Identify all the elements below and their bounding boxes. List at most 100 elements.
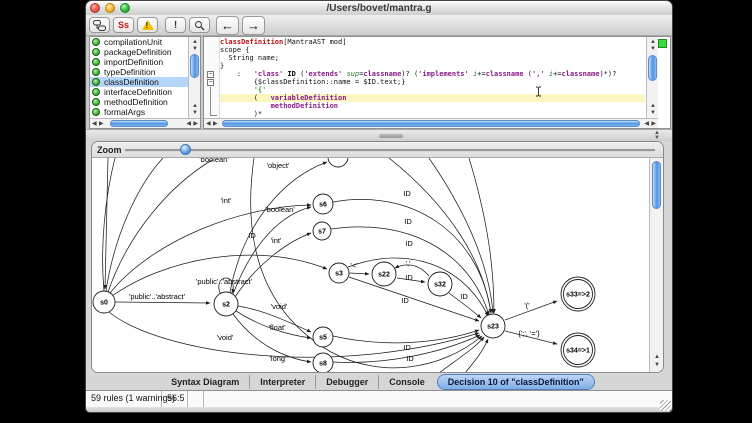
status-cursor-position: 56:5 (162, 391, 188, 407)
scroll-up-icon[interactable]: ▲ (654, 354, 660, 360)
rules-list-item[interactable]: methodDefinition (90, 97, 188, 107)
graph-edge (109, 312, 479, 357)
tab-debugger[interactable]: Debugger (315, 375, 378, 389)
scroll-down-icon[interactable]: ▼ (654, 362, 660, 368)
scroll-thumb[interactable] (190, 54, 199, 78)
splitter-collapse-icons[interactable]: ▲▼ (654, 131, 660, 141)
scroll-left-icon[interactable]: ◀ (206, 121, 211, 127)
scroll-thumb[interactable] (110, 120, 168, 127)
graph-edge-label: '<' (350, 261, 358, 270)
rules-list-item[interactable]: interfaceDefinition (90, 87, 188, 97)
graph-edge-label: ID (401, 296, 409, 305)
tab-syntax-diagram[interactable]: Syntax Diagram (161, 375, 249, 389)
rule-label: interfaceDefinition (104, 87, 172, 97)
warnings-button[interactable]: ! (137, 17, 158, 33)
fold-minus-icon[interactable]: − (207, 79, 214, 86)
scroll-right-icon[interactable]: ▶ (213, 121, 218, 127)
editor-pane[interactable]: − − classDefinition[MantraAST mod]scope … (203, 36, 671, 129)
scroll-thumb[interactable] (652, 161, 661, 209)
rules-list-item[interactable]: formalArgs (90, 107, 188, 117)
rules-vertical-scrollbar[interactable]: ▲ ▼ ▲ ▼ (188, 37, 200, 118)
rules-list-item[interactable]: importDefinition (90, 57, 188, 67)
zoom-slider[interactable] (125, 149, 655, 152)
title-bar[interactable]: /Users/bovet/mantra.g (86, 1, 672, 15)
rules-horizontal-scrollbar[interactable]: ◀ ▶ ◀ ▶ (90, 118, 200, 128)
tab-decision-10-of-classdefinition-[interactable]: Decision 10 of "classDefinition" (437, 374, 595, 390)
window-bottom-edge (86, 407, 672, 413)
editor-vertical-scrollbar[interactable]: ▲ ▼ ▲ ▼ (646, 37, 658, 118)
graph-edge-label: ID (405, 273, 413, 282)
code-line: String name; (220, 54, 645, 62)
rule-icon (92, 88, 100, 96)
graph-edge (103, 158, 115, 291)
graph-edge (465, 339, 488, 372)
scroll-up-icon[interactable]: ▲ (650, 103, 656, 109)
scroll-left-icon[interactable]: ◀ (644, 121, 649, 127)
fold-minus-icon[interactable]: − (207, 71, 214, 78)
code-line: methodDefinition (220, 102, 645, 110)
code-line: } (220, 62, 645, 70)
code-line: ( variableDefinition (220, 94, 645, 102)
scroll-left-icon[interactable]: ◀ (186, 121, 191, 127)
status-rules-count: 59 rules (1 warnings) (86, 391, 162, 407)
code-line: '{' (220, 86, 645, 94)
rules-list-item[interactable]: compilationUnit (90, 37, 188, 47)
graph-edge-label: 'int' (221, 196, 232, 205)
rule-label: formalArgs (104, 107, 145, 117)
rule-icon (92, 38, 100, 46)
toolbar: Ss ! ! ← → (86, 15, 672, 36)
check-grammar-button[interactable]: Ss (113, 17, 134, 33)
back-button[interactable]: ← (216, 16, 239, 35)
rules-list-item[interactable]: packageDefinition (90, 47, 188, 57)
back-arrow-icon: ← (221, 18, 234, 33)
code-lines[interactable]: classDefinition[MantraAST mod]scope { St… (220, 38, 645, 118)
rule-icon (92, 78, 100, 86)
graph-edge-label: {';', '='} (518, 329, 540, 338)
rule-icon (92, 68, 100, 76)
graph-edge (115, 302, 210, 303)
debug-button[interactable]: ! (165, 17, 186, 33)
scroll-down-icon[interactable]: ▼ (192, 46, 198, 52)
resize-grip-icon[interactable] (660, 400, 671, 411)
scroll-thumb[interactable] (648, 55, 657, 81)
syntax-diagram-button[interactable] (89, 17, 110, 33)
graph-edge-label: 'float' (268, 323, 286, 332)
scroll-right-icon[interactable]: ▶ (193, 121, 198, 127)
scroll-thumb[interactable] (222, 120, 640, 127)
graph-state-label: s33=>2 (566, 292, 590, 299)
dfa-graph[interactable]: 'public'..'abstract''public'..'abstract'… (92, 158, 649, 372)
grammar-ok-indicator (658, 39, 667, 48)
bottom-tab-bar: Syntax DiagramInterpreterDebuggerConsole… (86, 373, 672, 390)
graph-edge (505, 301, 557, 320)
graph-state-label: s8 (319, 361, 327, 368)
tab-interpreter[interactable]: Interpreter (249, 375, 315, 389)
scroll-up-icon[interactable]: ▲ (650, 39, 656, 45)
zoom-slider-thumb[interactable] (180, 144, 191, 155)
graph-edge-label: 'void' (271, 302, 288, 311)
tab-console[interactable]: Console (378, 375, 435, 389)
editor-horizontal-scrollbar[interactable]: ◀ ▶ ◀ ▶ (204, 118, 658, 128)
rules-list[interactable]: compilationUnitpackageDefinitionimportDe… (90, 37, 188, 118)
scroll-up-icon[interactable]: ▲ (192, 103, 198, 109)
rules-list-item[interactable]: classDefinition (90, 77, 188, 87)
forward-button[interactable]: → (242, 16, 265, 35)
scroll-up-icon[interactable]: ▲ (192, 39, 198, 45)
scroll-down-icon[interactable]: ▼ (650, 110, 656, 116)
graph-state-label: s22 (378, 272, 390, 279)
scroll-right-icon[interactable]: ▶ (651, 121, 656, 127)
rule-label: compilationUnit (104, 37, 162, 47)
scroll-left-icon[interactable]: ◀ (92, 121, 97, 127)
status-bar: 59 rules (1 warnings)56:5 (86, 390, 672, 407)
find-button[interactable] (189, 17, 210, 33)
horizontal-splitter[interactable]: ▲▼ (86, 129, 672, 141)
scroll-right-icon[interactable]: ▶ (99, 121, 104, 127)
graph-vertical-scrollbar[interactable]: ▲ ▼ (649, 158, 663, 372)
check-grammar-icon: Ss (118, 20, 129, 30)
graph-edge-label: 'object' (267, 161, 290, 170)
scroll-down-icon[interactable]: ▼ (192, 110, 198, 116)
rules-list-item[interactable]: typeDefinition (90, 67, 188, 77)
scroll-down-icon[interactable]: ▼ (650, 46, 656, 52)
graph-state-node[interactable] (328, 158, 348, 167)
syntax-diagram-icon (93, 20, 106, 31)
splitter-handle-icon[interactable] (379, 134, 403, 138)
